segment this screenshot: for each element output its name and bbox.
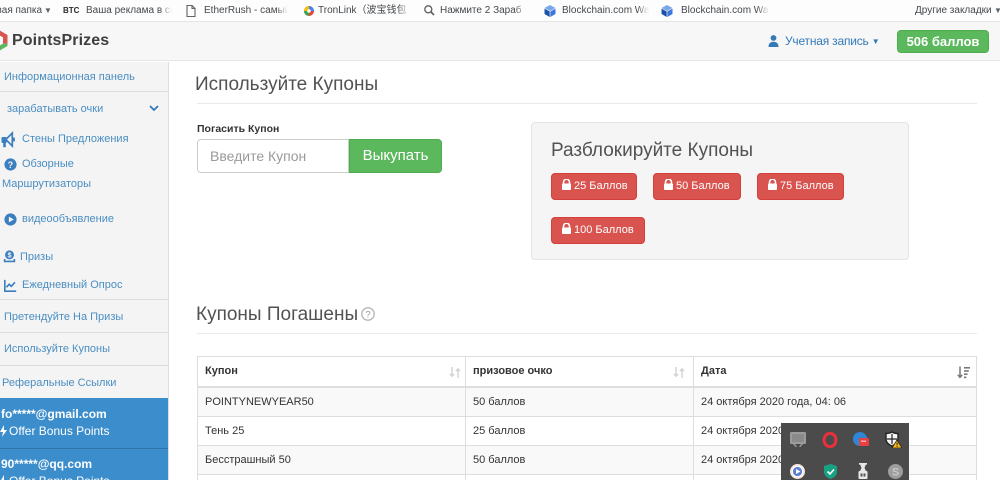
- svg-text:S: S: [892, 467, 899, 479]
- svg-text:$: $: [7, 251, 11, 260]
- svg-text:?: ?: [8, 160, 13, 170]
- svg-text:?: ?: [365, 310, 370, 321]
